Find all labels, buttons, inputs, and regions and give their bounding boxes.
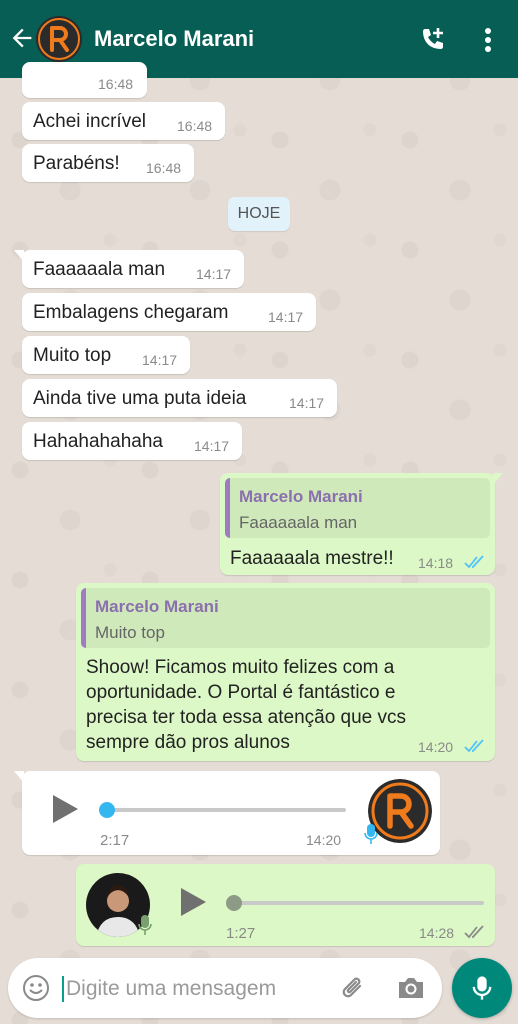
message-time: 14:20 bbox=[418, 739, 454, 755]
message-time: 16:48 bbox=[98, 76, 134, 92]
message-text: Muito top bbox=[33, 345, 112, 366]
mic-badge-icon bbox=[138, 915, 152, 935]
quote-author: Marcelo Marani bbox=[239, 487, 363, 506]
message-text: Faaaaaala man bbox=[33, 259, 166, 280]
mic-badge-icon bbox=[364, 824, 378, 844]
camera-icon[interactable] bbox=[396, 974, 426, 1002]
message-text-block: Shoow! Ficamos muito felizes com a oport… bbox=[86, 655, 406, 755]
message-time: 16:48 bbox=[146, 160, 182, 176]
voice-message-outgoing[interactable]: 1:27 14:28 bbox=[76, 864, 495, 946]
message-bubble-incoming[interactable]: Muito top 14:17 bbox=[22, 336, 190, 374]
play-icon[interactable] bbox=[178, 886, 208, 918]
message-bubble-incoming[interactable]: Hahahahahaha 14:17 bbox=[22, 422, 242, 460]
message-bubble-incoming[interactable]: 16:48 bbox=[22, 62, 147, 98]
message-bubble-outgoing[interactable]: Marcelo Marani Muito top Shoow! Ficamos … bbox=[76, 583, 495, 761]
message-text: Embalagens chegaram bbox=[33, 302, 229, 323]
message-time: 14:17 bbox=[196, 266, 232, 282]
message-time: 16:48 bbox=[177, 118, 213, 134]
audio-progress-handle[interactable] bbox=[99, 802, 115, 818]
message-time: 14:17 bbox=[289, 395, 325, 411]
delivered-receipt-icon bbox=[464, 925, 484, 939]
message-line: precisa ter toda essa atenção que vcs bbox=[86, 707, 407, 728]
mic-icon bbox=[472, 976, 492, 1000]
quote-text: Muito top bbox=[95, 623, 165, 642]
audio-progress-handle[interactable] bbox=[226, 895, 242, 911]
read-receipt-icon bbox=[464, 739, 484, 753]
audio-duration: 1:27 bbox=[226, 925, 256, 942]
back-arrow-icon[interactable] bbox=[8, 24, 36, 52]
audio-duration: 2:17 bbox=[100, 832, 130, 849]
quote-text: Faaaaaala man bbox=[239, 513, 358, 532]
quote-author: Marcelo Marani bbox=[95, 597, 219, 616]
audio-progress-track[interactable] bbox=[106, 808, 346, 812]
message-input[interactable] bbox=[62, 976, 326, 1002]
bubble-tail bbox=[14, 771, 24, 783]
message-text: Ainda tive uma puta ideia bbox=[33, 388, 247, 409]
message-time: 14:18 bbox=[418, 555, 454, 571]
message-text: Faaaaaala mestre!! bbox=[230, 548, 394, 569]
quote-accent-bar bbox=[81, 588, 86, 648]
message-time: 14:20 bbox=[306, 832, 342, 848]
message-time: 14:17 bbox=[142, 352, 178, 368]
message-time: 14:28 bbox=[419, 925, 455, 941]
message-bubble-outgoing[interactable]: Marcelo Marani Faaaaaala man Faaaaaala m… bbox=[220, 473, 503, 575]
message-bubble-incoming[interactable]: Parabéns! 16:48 bbox=[22, 144, 194, 182]
message-time: 14:17 bbox=[268, 309, 304, 325]
message-time: 14:17 bbox=[194, 438, 230, 454]
quoted-message[interactable]: Marcelo Marani Faaaaaala man bbox=[225, 478, 490, 538]
message-bubble-incoming[interactable]: Faaaaaala man 14:17 bbox=[14, 250, 244, 288]
contact-name[interactable]: Marcelo Marani bbox=[94, 26, 254, 52]
attach-icon[interactable] bbox=[338, 974, 368, 1004]
message-text: Parabéns! bbox=[33, 153, 120, 174]
quoted-message[interactable]: Marcelo Marani Muito top bbox=[81, 588, 490, 648]
play-icon[interactable] bbox=[50, 793, 80, 825]
message-line: sempre dão pros alunos bbox=[86, 732, 290, 753]
message-bubble-incoming[interactable]: Embalagens chegaram 14:17 bbox=[22, 293, 316, 331]
audio-progress-track[interactable] bbox=[234, 901, 484, 905]
contact-avatar[interactable] bbox=[36, 16, 82, 62]
message-text: Hahahahahaha bbox=[33, 431, 163, 452]
add-call-icon[interactable] bbox=[416, 24, 448, 56]
quote-accent-bar bbox=[225, 478, 230, 538]
record-voice-button[interactable] bbox=[452, 958, 512, 1018]
message-bubble-incoming[interactable]: Ainda tive uma puta ideia 14:17 bbox=[22, 379, 337, 417]
message-line: oportunidade. O Portal é fantástico e bbox=[86, 682, 396, 703]
emoji-icon[interactable] bbox=[22, 974, 50, 1002]
message-bubble-incoming[interactable]: Achei incrível 16:48 bbox=[22, 102, 225, 140]
more-vert-icon[interactable] bbox=[476, 24, 500, 56]
date-divider: HOJE bbox=[228, 197, 290, 231]
bubble-tail bbox=[14, 250, 24, 262]
message-line: Shoow! Ficamos muito felizes com a bbox=[86, 657, 395, 678]
read-receipt-icon bbox=[464, 555, 484, 569]
message-text: Achei incrível bbox=[33, 111, 146, 132]
voice-message-incoming[interactable]: 2:17 14:20 bbox=[14, 771, 440, 855]
bubble-tail bbox=[493, 473, 503, 485]
message-composer bbox=[8, 958, 442, 1018]
